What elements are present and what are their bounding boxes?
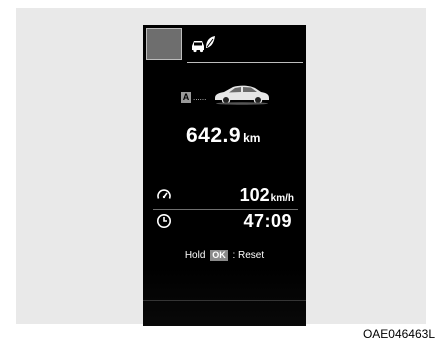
speedometer-icon: [157, 189, 171, 199]
speed-unit: km/h: [270, 193, 294, 204]
car-side-icon: [215, 85, 269, 105]
elapsed-time-value: 47:09: [243, 211, 292, 231]
mode-indicator-box: [146, 28, 182, 60]
reset-hint: Hold OK : Reset: [143, 250, 306, 264]
distance-value: 642.9: [186, 124, 242, 147]
reset-hint-prefix: Hold: [184, 250, 206, 261]
figure-frame: A ...... 642.9 km 102km/h 47:09 Hold OK …: [0, 0, 441, 345]
header-divider: [187, 62, 303, 63]
clock-icon: [157, 214, 171, 228]
cluster-lcd-screen: A ...... 642.9 km 102km/h 47:09 Hold OK …: [143, 25, 306, 326]
distance-unit: km: [243, 131, 261, 145]
average-speed-readout: 102km/h: [240, 185, 294, 206]
speed-value: 102: [239, 185, 270, 205]
bottom-divider: [143, 300, 306, 301]
figure-caption: OAE046463L: [362, 327, 435, 341]
eco-car-leaf-icon: [192, 36, 215, 53]
average-speed-row: 102km/h: [143, 185, 306, 207]
trip-dotted-line: ......: [193, 95, 207, 101]
ok-key-label: OK: [210, 250, 228, 261]
elapsed-time-row: 47:09: [143, 211, 306, 235]
trip-a-badge: A: [181, 92, 191, 103]
reset-hint-suffix: : Reset: [232, 250, 265, 261]
row-divider: [153, 209, 298, 210]
distance-readout: 642.9 km: [186, 124, 296, 148]
